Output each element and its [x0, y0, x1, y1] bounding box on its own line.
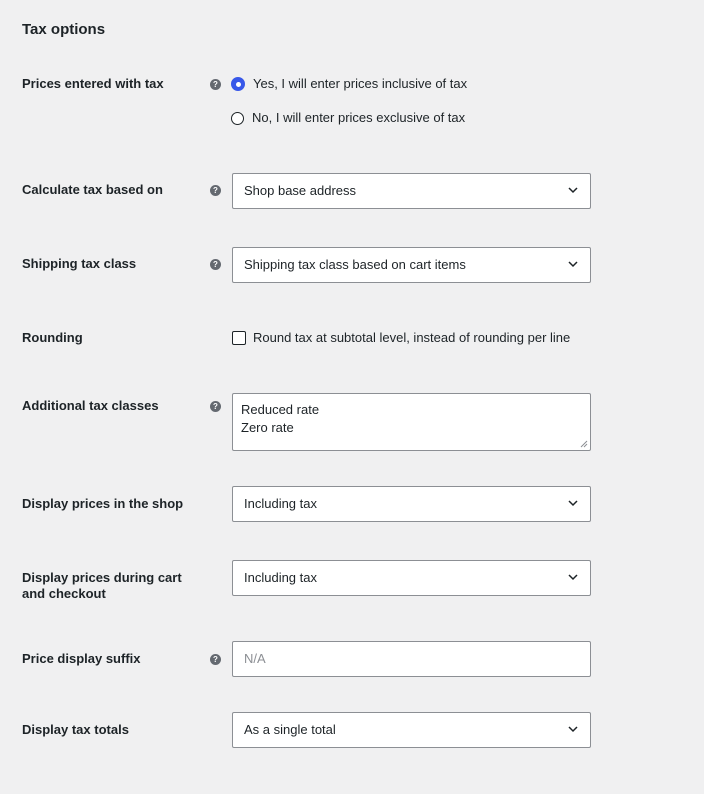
prices-entered-label: Prices entered with tax — [22, 76, 164, 91]
display-shop-select[interactable]: Including tax — [232, 486, 591, 522]
display-cart-select[interactable]: Including tax — [232, 560, 591, 596]
section-title: Tax options — [22, 21, 106, 38]
chevron-down-icon — [568, 187, 578, 194]
display-totals-label: Display tax totals — [22, 722, 129, 737]
help-icon[interactable]: ? — [210, 259, 221, 270]
tax-options-page: Tax options Prices entered with tax ? Ye… — [0, 0, 704, 794]
radio-inclusive-label: Yes, I will enter prices inclusive of ta… — [253, 76, 468, 91]
chevron-down-icon — [568, 574, 578, 581]
help-icon[interactable]: ? — [210, 79, 221, 90]
radio-exclusive-label: No, I will enter prices exclusive of tax — [252, 110, 466, 125]
rounding-checkbox[interactable] — [232, 331, 246, 345]
chevron-down-icon — [568, 500, 578, 507]
display-shop-label: Display prices in the shop — [22, 496, 184, 511]
textarea-line: Reduced rate — [241, 402, 320, 417]
select-value: Including tax — [244, 496, 317, 511]
display-cart-label: Display prices during cart and checkout — [22, 570, 182, 601]
radio-inclusive-tax[interactable]: Yes, I will enter prices inclusive of ta… — [231, 76, 467, 92]
select-value: Shop base address — [244, 183, 357, 198]
chevron-down-icon — [568, 726, 578, 733]
select-value: Including tax — [244, 570, 317, 585]
radio-checked-icon[interactable] — [231, 77, 245, 91]
chevron-down-icon — [568, 261, 578, 268]
select-value: Shipping tax class based on cart items — [244, 257, 466, 272]
shipping-tax-class-select[interactable]: Shipping tax class based on cart items — [232, 247, 591, 283]
price-suffix-label: Price display suffix — [22, 651, 141, 666]
rounding-label: Rounding — [22, 330, 83, 345]
rounding-checkbox-row[interactable]: Round tax at subtotal level, instead of … — [232, 330, 570, 346]
calculate-based-on-select[interactable]: Shop base address — [232, 173, 591, 209]
help-icon[interactable]: ? — [210, 185, 221, 196]
additional-tax-classes-label: Additional tax classes — [22, 398, 159, 413]
price-suffix-input[interactable]: N/A — [232, 641, 591, 677]
help-icon[interactable]: ? — [210, 401, 221, 412]
rounding-checkbox-label: Round tax at subtotal level, instead of … — [253, 330, 571, 345]
radio-unchecked-icon[interactable] — [231, 111, 244, 125]
resize-grip-icon[interactable] — [580, 440, 588, 448]
shipping-tax-class-label: Shipping tax class — [22, 256, 137, 271]
textarea-line: Zero rate — [241, 420, 294, 435]
select-value: As a single total — [244, 722, 336, 737]
input-placeholder: N/A — [244, 651, 266, 666]
calculate-based-on-label: Calculate tax based on — [22, 182, 163, 197]
radio-exclusive-tax[interactable]: No, I will enter prices exclusive of tax — [231, 110, 465, 126]
help-icon[interactable]: ? — [210, 654, 221, 665]
additional-tax-classes-textarea[interactable]: Reduced rate Zero rate — [232, 393, 591, 451]
display-totals-select[interactable]: As a single total — [232, 712, 591, 748]
